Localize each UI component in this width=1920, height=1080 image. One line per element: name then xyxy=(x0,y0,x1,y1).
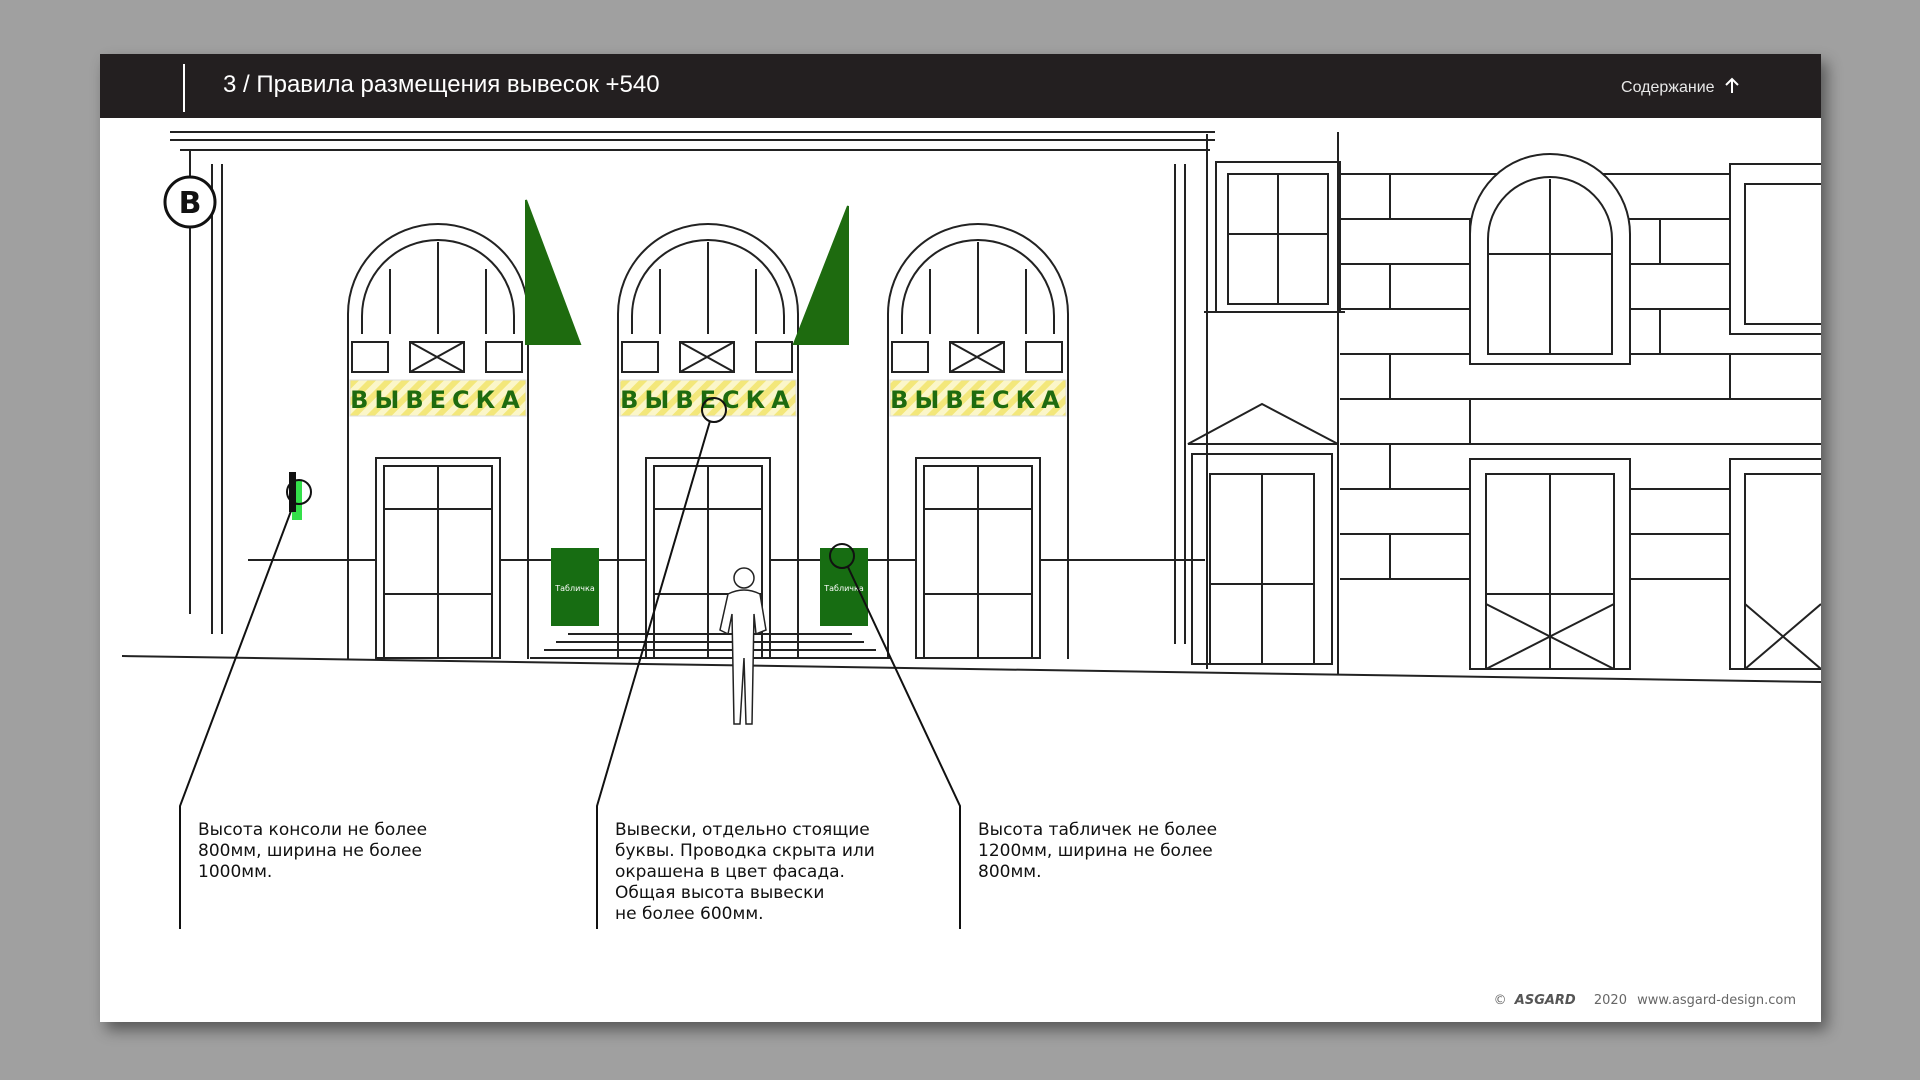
footer-website-link[interactable]: www.asgard-design.com xyxy=(1637,993,1796,1008)
flags xyxy=(525,199,849,345)
note-signs-line: Вывески, отдельно стоящие xyxy=(615,820,870,840)
slide: 3 / Правила размещения вывесок +540 Соде… xyxy=(100,54,1821,1022)
sign-text-1: ВЫВЕСКА xyxy=(350,386,526,414)
marker-letter: В xyxy=(179,186,202,221)
note-console-line: Высота консоли не более xyxy=(198,820,428,840)
note-console-line: 1000мм. xyxy=(198,862,273,882)
note-plaques-line: 1200мм, ширина не более xyxy=(978,841,1213,861)
note-plaques: Высота табличек не более 1200мм, ширина … xyxy=(978,820,1217,883)
copyright-symbol: © xyxy=(1493,993,1507,1008)
note-signs-line: не более 600мм. xyxy=(615,904,764,924)
brand-logo: ASGARD xyxy=(1514,993,1576,1008)
note-plaques-line: 800мм. xyxy=(978,862,1042,882)
note-signs-line: Общая высота вывески xyxy=(615,883,825,903)
footer: © ASGARD 2020 www.asgard-design.com xyxy=(1494,993,1796,1008)
sign-panels: ВЫВЕСКА ВЫВЕСКА ВЫВЕСКА xyxy=(349,379,1067,417)
sign-text-3: ВЫВЕСКА xyxy=(890,386,1066,414)
section-marker: В xyxy=(163,175,217,229)
plaque-text-1: Табличка xyxy=(554,584,595,593)
footer-year: 2020 xyxy=(1593,993,1627,1008)
note-signs: Вывески, отдельно стоящие буквы. Проводк… xyxy=(615,820,875,925)
note-console: Высота консоли не более 800мм, ширина не… xyxy=(198,820,427,883)
note-signs-line: буквы. Проводка скрыта или xyxy=(615,841,875,861)
note-console-line: 800мм, ширина не более xyxy=(198,841,422,861)
note-signs-line: окрашена в цвет фасада. xyxy=(615,862,845,882)
note-plaques-line: Высота табличек не более xyxy=(978,820,1218,840)
